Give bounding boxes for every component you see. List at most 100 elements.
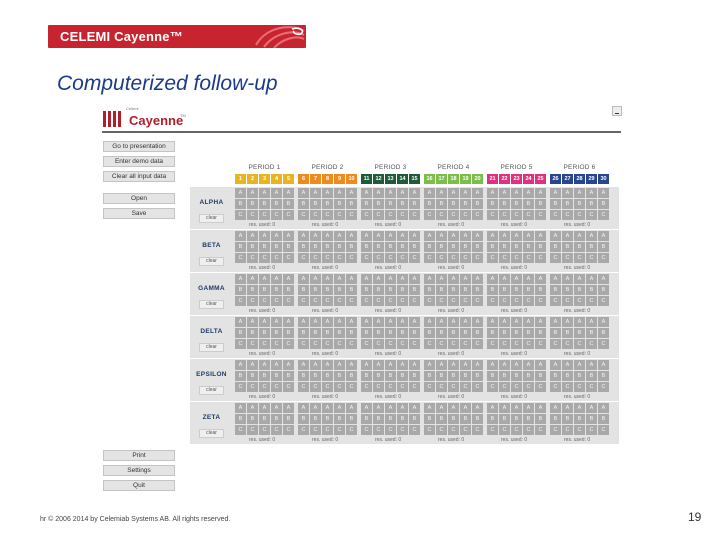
input-cell[interactable]: B [562, 242, 573, 252]
input-cell[interactable]: B [523, 242, 534, 252]
input-cell[interactable]: A [397, 317, 408, 327]
input-cell[interactable]: A [487, 360, 498, 370]
input-cell[interactable]: A [310, 360, 321, 370]
input-cell[interactable]: B [472, 285, 483, 295]
input-cell[interactable]: B [523, 414, 534, 424]
input-cell[interactable]: B [373, 199, 384, 209]
input-cell[interactable]: C [361, 382, 372, 392]
input-cell[interactable]: A [298, 317, 309, 327]
input-cell[interactable]: A [511, 317, 522, 327]
input-cell[interactable]: B [271, 199, 282, 209]
input-cell[interactable]: C [283, 210, 294, 220]
input-cell[interactable]: C [271, 253, 282, 263]
input-cell[interactable]: C [271, 382, 282, 392]
input-cell[interactable]: B [499, 199, 510, 209]
input-cell[interactable]: B [472, 414, 483, 424]
input-cell[interactable]: B [373, 414, 384, 424]
input-cell[interactable]: A [574, 231, 585, 241]
input-cell[interactable]: A [472, 403, 483, 413]
input-cell[interactable]: B [322, 414, 333, 424]
input-cell[interactable]: B [346, 199, 357, 209]
enter-demo-data-button[interactable]: Enter demo data [103, 156, 175, 167]
input-cell[interactable]: B [448, 242, 459, 252]
input-cell[interactable]: A [385, 188, 396, 198]
input-cell[interactable]: C [535, 339, 546, 349]
input-cell[interactable]: B [298, 199, 309, 209]
input-cell[interactable]: A [574, 274, 585, 284]
input-cell[interactable]: A [424, 188, 435, 198]
input-cell[interactable]: A [409, 274, 420, 284]
input-cell[interactable]: B [436, 242, 447, 252]
input-cell[interactable]: B [448, 328, 459, 338]
input-cell[interactable]: B [322, 328, 333, 338]
input-cell[interactable]: B [487, 285, 498, 295]
input-cell[interactable]: A [523, 231, 534, 241]
input-cell[interactable]: A [298, 360, 309, 370]
settings-button[interactable]: Settings [103, 465, 175, 476]
input-cell[interactable]: A [310, 231, 321, 241]
input-cell[interactable]: C [235, 253, 246, 263]
input-cell[interactable]: B [499, 371, 510, 381]
input-cell[interactable]: C [523, 210, 534, 220]
input-cell[interactable]: B [397, 242, 408, 252]
input-cell[interactable]: B [361, 285, 372, 295]
input-cell[interactable]: A [397, 231, 408, 241]
input-cell[interactable]: B [598, 199, 609, 209]
input-cell[interactable]: C [511, 210, 522, 220]
input-cell[interactable]: C [550, 382, 561, 392]
input-cell[interactable]: B [271, 414, 282, 424]
input-cell[interactable]: B [373, 285, 384, 295]
input-cell[interactable]: C [235, 425, 246, 435]
input-cell[interactable]: C [361, 253, 372, 263]
input-cell[interactable]: B [385, 328, 396, 338]
input-cell[interactable]: B [235, 371, 246, 381]
input-cell[interactable]: A [424, 274, 435, 284]
input-cell[interactable]: C [283, 382, 294, 392]
input-cell[interactable]: B [322, 199, 333, 209]
input-cell[interactable]: B [235, 242, 246, 252]
input-cell[interactable]: B [397, 285, 408, 295]
input-cell[interactable]: C [586, 296, 597, 306]
input-cell[interactable]: C [346, 296, 357, 306]
input-cell[interactable]: C [562, 425, 573, 435]
input-cell[interactable]: B [550, 242, 561, 252]
input-cell[interactable]: B [283, 285, 294, 295]
input-cell[interactable]: C [310, 296, 321, 306]
input-cell[interactable]: A [535, 231, 546, 241]
input-cell[interactable]: B [334, 199, 345, 209]
input-cell[interactable]: C [424, 253, 435, 263]
input-cell[interactable]: B [334, 371, 345, 381]
round-number-cell[interactable]: 21 [487, 174, 498, 184]
input-cell[interactable]: A [385, 231, 396, 241]
input-cell[interactable]: B [562, 285, 573, 295]
input-cell[interactable]: B [535, 285, 546, 295]
input-cell[interactable]: C [598, 296, 609, 306]
input-cell[interactable]: C [472, 296, 483, 306]
input-cell[interactable]: B [373, 328, 384, 338]
input-cell[interactable]: C [487, 339, 498, 349]
input-cell[interactable]: C [310, 382, 321, 392]
input-cell[interactable]: A [448, 360, 459, 370]
input-cell[interactable]: B [298, 371, 309, 381]
input-cell[interactable]: C [436, 296, 447, 306]
input-cell[interactable]: A [511, 231, 522, 241]
input-cell[interactable]: B [586, 328, 597, 338]
input-cell[interactable]: B [535, 328, 546, 338]
input-cell[interactable]: B [574, 285, 585, 295]
input-cell[interactable]: A [550, 188, 561, 198]
input-cell[interactable]: B [283, 199, 294, 209]
input-cell[interactable]: C [247, 425, 258, 435]
input-cell[interactable]: B [397, 199, 408, 209]
input-cell[interactable]: B [436, 371, 447, 381]
input-cell[interactable]: B [271, 242, 282, 252]
input-cell[interactable]: A [235, 317, 246, 327]
round-number-cell[interactable]: 30 [598, 174, 609, 184]
input-cell[interactable]: C [535, 253, 546, 263]
input-cell[interactable]: A [397, 360, 408, 370]
input-cell[interactable]: A [409, 317, 420, 327]
input-cell[interactable]: C [562, 210, 573, 220]
input-cell[interactable]: C [523, 382, 534, 392]
input-cell[interactable]: B [310, 242, 321, 252]
input-cell[interactable]: C [361, 339, 372, 349]
input-cell[interactable]: C [259, 425, 270, 435]
